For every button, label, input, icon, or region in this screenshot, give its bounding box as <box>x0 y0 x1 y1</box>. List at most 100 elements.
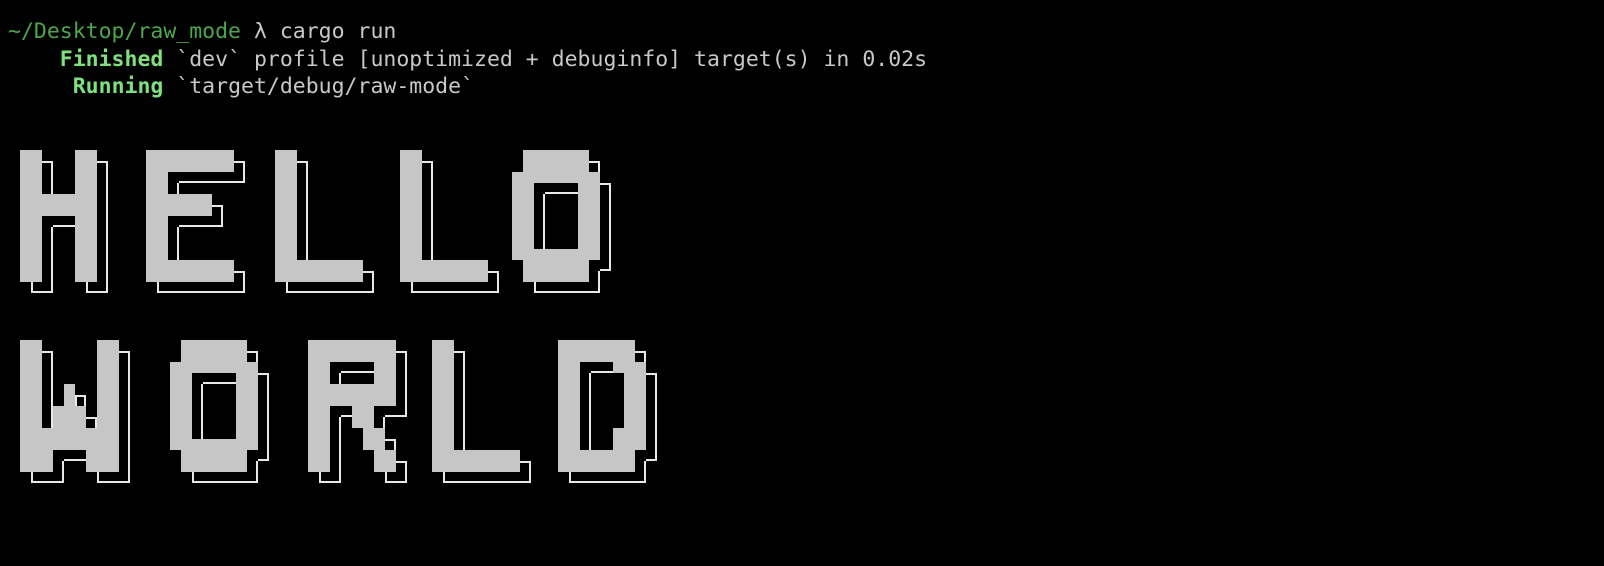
art-fill-pixel <box>170 395 192 406</box>
art-outline-pixel <box>534 282 536 293</box>
art-fill-pixel <box>308 384 396 395</box>
art-fill-pixel <box>432 428 454 439</box>
art-outline-pixel <box>509 481 520 483</box>
finished-line-seg-0 <box>8 47 60 72</box>
art-outline-pixel <box>51 172 53 183</box>
running-line: Running `target/debug/raw-mode` <box>8 73 927 101</box>
art-outline-pixel <box>405 461 407 472</box>
art-outline-pixel <box>267 417 269 428</box>
art-outline-pixel <box>51 260 53 271</box>
art-outline-pixel <box>51 282 53 293</box>
art-outline-pixel <box>84 395 86 406</box>
art-fill-pixel <box>432 417 454 428</box>
art-outline-pixel <box>613 481 624 483</box>
art-fill-pixel <box>374 362 396 373</box>
art-fill-pixel <box>275 238 297 249</box>
art-outline-pixel <box>64 459 75 461</box>
finished-line: Finished `dev` profile [unoptimized + de… <box>8 46 927 74</box>
art-fill-pixel <box>20 205 97 216</box>
art-outline-pixel <box>463 439 465 450</box>
art-outline-pixel <box>463 406 465 417</box>
art-outline-pixel <box>431 161 433 172</box>
art-outline-pixel <box>444 291 455 293</box>
art-outline-pixel <box>86 282 88 293</box>
art-outline-pixel <box>106 183 108 194</box>
art-outline-pixel <box>433 291 444 293</box>
art-outline-pixel <box>341 371 352 373</box>
art-fill-pixel <box>146 238 168 249</box>
art-fill-pixel <box>97 417 119 428</box>
art-fill-pixel <box>275 205 297 216</box>
art-fill-pixel <box>20 194 97 205</box>
art-outline-pixel <box>225 481 236 483</box>
art-fill-pixel <box>432 340 454 351</box>
art-fill-pixel <box>275 216 297 227</box>
art-outline-pixel <box>306 227 308 238</box>
art-outline-pixel <box>341 291 352 293</box>
art-outline-pixel <box>106 227 108 238</box>
finished-line-seg-1: Finished <box>59 46 164 72</box>
art-fill-pixel <box>558 406 580 417</box>
art-outline-pixel <box>168 291 179 293</box>
art-fill-pixel <box>308 351 396 362</box>
art-outline-pixel <box>598 161 600 172</box>
art-fill-pixel <box>20 238 42 249</box>
art-outline-pixel <box>106 216 108 227</box>
art-outline-pixel <box>352 291 363 293</box>
art-fill-pixel <box>146 194 212 205</box>
art-fill-pixel <box>170 384 192 395</box>
art-fill-pixel <box>146 150 234 161</box>
art-outline-pixel <box>655 373 657 384</box>
art-outline-pixel <box>51 384 53 395</box>
art-outline-pixel <box>53 225 64 227</box>
art-fill-pixel <box>558 384 580 395</box>
art-fill-pixel <box>275 271 363 282</box>
art-outline-pixel <box>330 291 341 293</box>
art-fill-pixel <box>146 249 168 260</box>
art-fill-pixel <box>275 150 297 161</box>
art-outline-pixel <box>589 406 591 417</box>
art-outline-pixel <box>177 183 179 194</box>
art-fill-pixel <box>400 183 422 194</box>
art-outline-pixel <box>190 181 201 183</box>
art-outline-pixel <box>556 291 567 293</box>
art-outline-pixel <box>201 395 203 406</box>
art-fill-pixel <box>558 362 580 373</box>
art-fill-pixel <box>20 461 53 472</box>
art-outline-pixel <box>431 172 433 183</box>
art-fill-pixel <box>236 406 258 417</box>
art-letter-l <box>275 150 378 297</box>
art-fill-pixel <box>20 150 42 161</box>
art-fill-pixel <box>400 260 488 271</box>
art-fill-pixel <box>558 450 635 461</box>
art-outline-pixel <box>497 271 499 282</box>
finished-line-seg-2: `dev` profile [unoptimized + debuginfo] … <box>163 46 928 72</box>
art-outline-pixel <box>106 194 108 205</box>
art-fill-pixel <box>624 384 646 395</box>
art-outline-pixel <box>463 395 465 406</box>
art-outline-pixel <box>306 194 308 205</box>
art-outline-pixel <box>179 181 190 183</box>
art-outline-pixel <box>341 415 352 417</box>
art-outline-pixel <box>598 271 600 282</box>
art-outline-pixel <box>306 205 308 216</box>
art-outline-pixel <box>529 472 531 483</box>
art-outline-pixel <box>602 371 613 373</box>
art-fill-pixel <box>97 340 119 351</box>
art-fill-pixel <box>432 406 454 417</box>
art-fill-pixel <box>432 373 454 384</box>
art-outline-pixel <box>256 472 258 483</box>
art-fill-pixel <box>97 395 119 406</box>
art-fill-pixel <box>86 461 119 472</box>
art-outline-pixel <box>243 271 245 282</box>
art-outline-pixel <box>306 238 308 249</box>
art-fill-pixel <box>578 183 600 194</box>
art-outline-pixel <box>580 481 591 483</box>
art-outline-pixel <box>394 439 396 450</box>
art-outline-pixel <box>243 172 245 183</box>
art-outline-pixel <box>591 481 602 483</box>
art-outline-pixel <box>201 384 203 395</box>
art-fill-pixel <box>275 161 297 172</box>
art-fill-pixel <box>20 351 42 362</box>
prompt-line: ~/Desktop/raw_mode λ cargo run <box>8 18 927 46</box>
